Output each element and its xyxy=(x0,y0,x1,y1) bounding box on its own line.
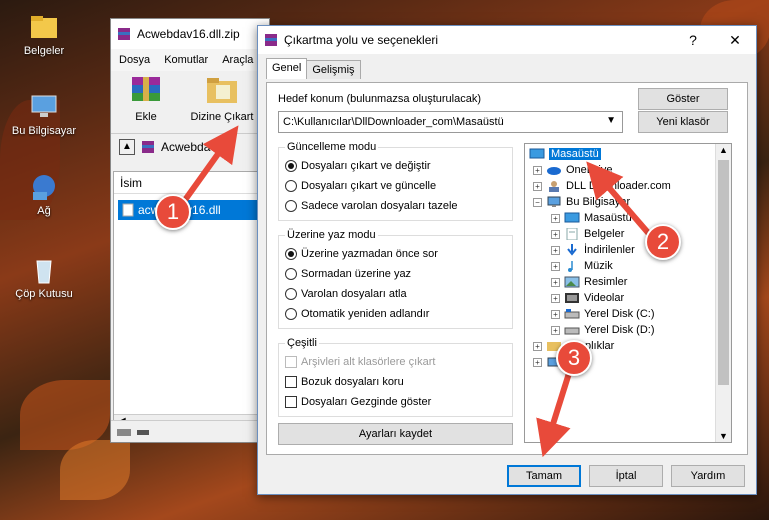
arrow-3 xyxy=(536,369,573,458)
arrow-2 xyxy=(586,161,653,237)
annotation-badge-3: 3 xyxy=(556,340,592,376)
annotation-arrows xyxy=(182,125,653,458)
annotation-badge-2: 2 xyxy=(645,224,681,260)
annotation-badge-1: 1 xyxy=(155,194,191,230)
arrow-1 xyxy=(182,125,239,202)
